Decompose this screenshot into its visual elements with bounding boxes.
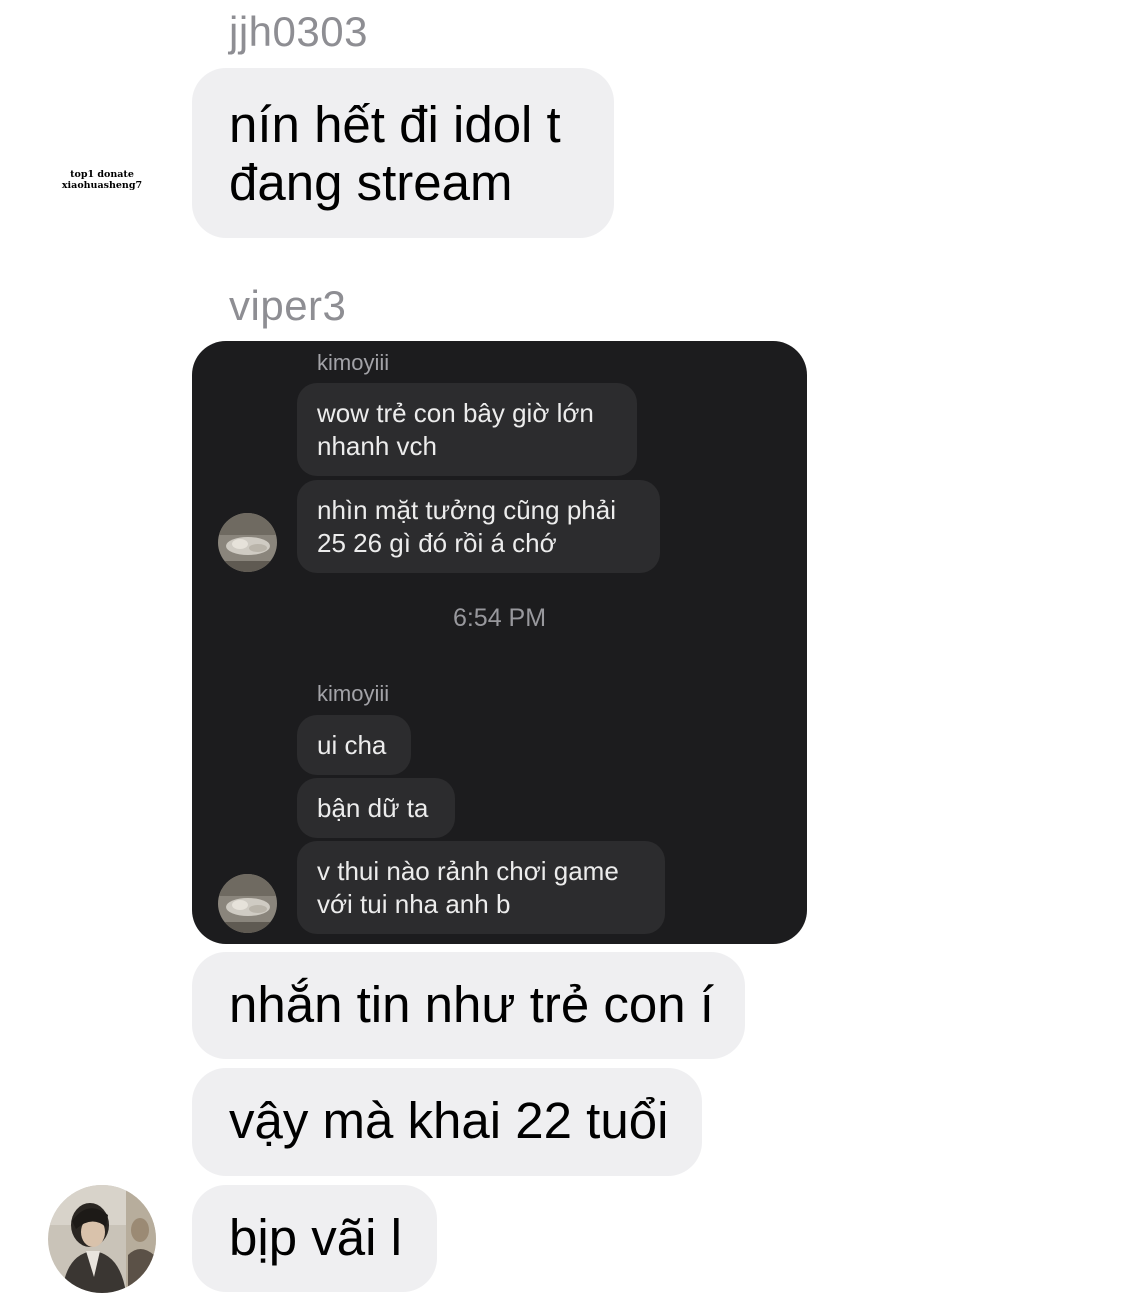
quoted-message-line: bận dữ ta	[317, 793, 429, 823]
quoted-message-line: nhanh vch	[317, 431, 437, 461]
quoted-message-bubble: v thui nào rảnh chơi game với tui nha an…	[297, 841, 665, 934]
message-line: nhắn tin như trẻ con í	[229, 976, 714, 1033]
quoted-message-bubble: bận dữ ta	[297, 778, 455, 838]
watermark-line-1: top1 donate	[70, 169, 134, 180]
sender-name: jjh0303	[229, 8, 368, 55]
quoted-avatar-icon	[218, 874, 277, 933]
message-line: bịp vãi l	[229, 1209, 402, 1266]
quoted-timestamp: 6:54 PM	[452, 604, 547, 632]
quoted-message-bubble: nhìn mặt tưởng cũng phải 25 26 gì đó rồi…	[297, 480, 660, 573]
message-line: đang stream	[229, 154, 513, 211]
quoted-message-line: với tui nha anh b	[317, 889, 511, 919]
message-bubble[interactable]: nhắn tin như trẻ con í	[192, 952, 745, 1059]
message-bubble[interactable]: nín hết đi idol t đang stream	[192, 68, 614, 238]
sender-avatar-icon[interactable]	[48, 1185, 156, 1293]
message-line: vậy mà khai 22 tuổi	[229, 1092, 669, 1149]
watermark-caption: top1 donate xiaohuasheng7	[52, 169, 152, 191]
quoted-message-line: ui cha	[317, 730, 387, 760]
shared-screenshot-image[interactable]: kimoyiii wow trẻ con bây giờ lớn nhanh v…	[192, 341, 807, 944]
message-bubble[interactable]: vậy mà khai 22 tuổi	[192, 1068, 702, 1176]
sender-name: viper3	[229, 282, 347, 329]
quoted-message-line: 25 26 gì đó rồi á chớ	[317, 528, 557, 558]
quoted-message-line: wow trẻ con bây giờ lớn	[317, 398, 594, 428]
quoted-sender-name: kimoyiii	[317, 350, 390, 375]
quoted-sender-name: kimoyiii	[317, 681, 390, 706]
message-bubble[interactable]: bịp vãi l	[192, 1185, 437, 1292]
quoted-message-line: v thui nào rảnh chơi game	[317, 856, 619, 886]
quoted-avatar-icon	[218, 513, 277, 572]
quoted-message-bubble: wow trẻ con bây giờ lớn nhanh vch	[297, 383, 637, 476]
quoted-message-line: nhìn mặt tưởng cũng phải	[317, 495, 616, 525]
quoted-message-bubble: ui cha	[297, 715, 411, 775]
message-line: nín hết đi idol t	[229, 96, 561, 153]
watermark-line-2: xiaohuasheng7	[61, 180, 143, 191]
